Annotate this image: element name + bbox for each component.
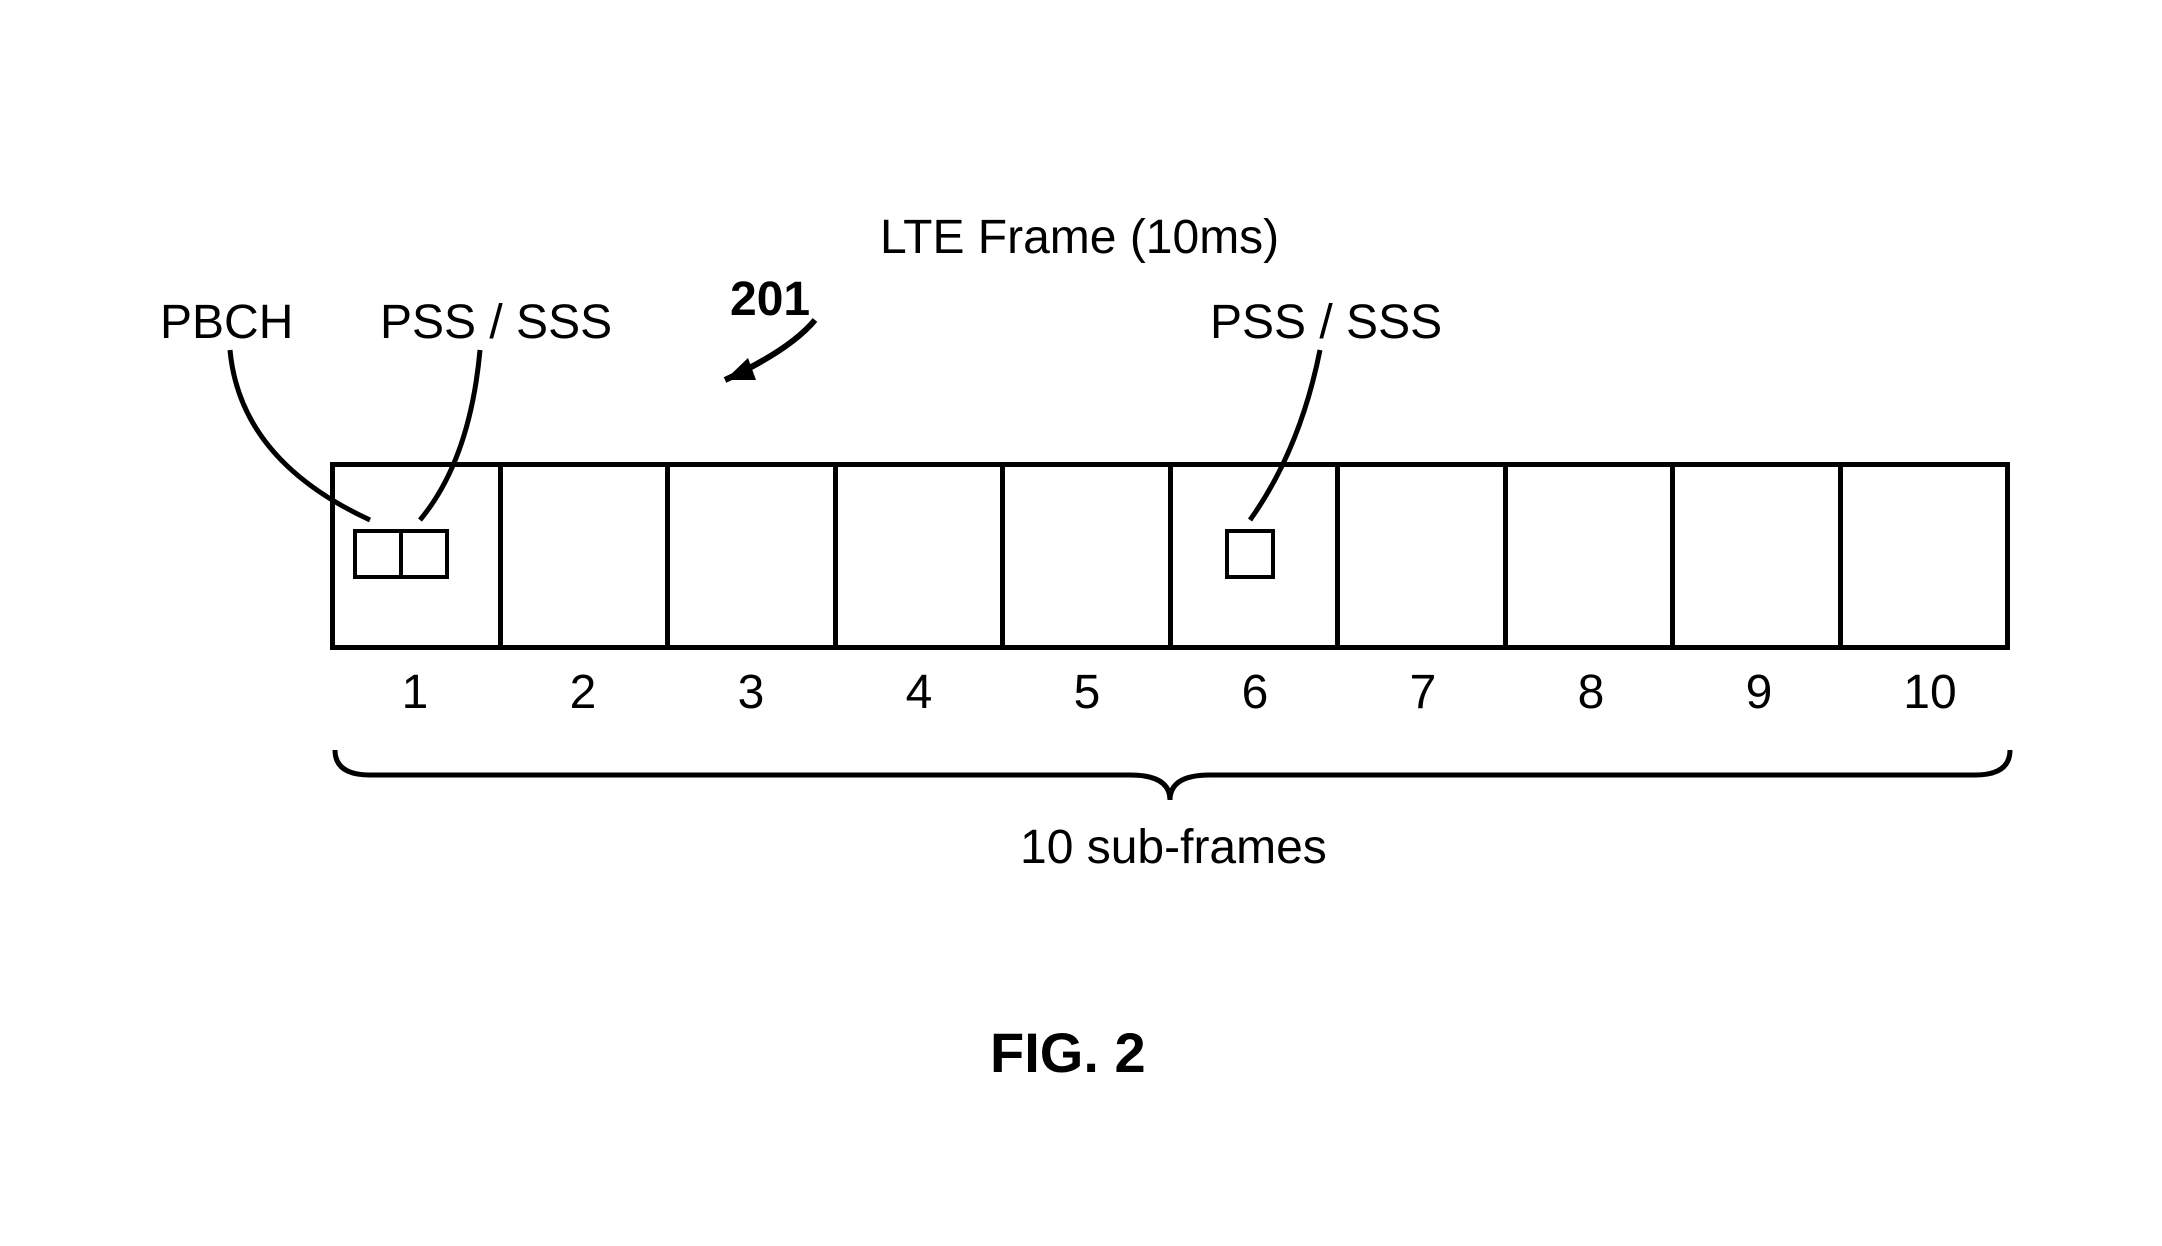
pss-sss-box-right (1225, 529, 1275, 579)
pbch-box (353, 529, 403, 579)
ref-arrow (725, 320, 815, 380)
subframe-number: 8 (1571, 665, 1611, 720)
subframe-number: 2 (563, 665, 603, 720)
subframe-9 (1675, 467, 1843, 645)
lte-frame (330, 462, 2010, 650)
title-label: LTE Frame (10ms) (880, 210, 1279, 265)
pss-sss-right-label: PSS / SSS (1210, 295, 1442, 350)
diagram-stage: LTE Frame (10ms) 201 PBCH PSS / SSS PSS … (0, 0, 2162, 1246)
brace-caption: 10 sub-frames (1020, 820, 1327, 875)
subframe-2 (503, 467, 671, 645)
subframe-10 (1843, 467, 2006, 645)
pss-sss-box-left (399, 529, 449, 579)
subframe-5 (1005, 467, 1173, 645)
subframe-8 (1508, 467, 1676, 645)
subframe-number: 4 (899, 665, 939, 720)
subframe-number: 5 (1067, 665, 1107, 720)
subframe-4 (838, 467, 1006, 645)
subframe-number: 7 (1403, 665, 1443, 720)
pss-sss-left-label: PSS / SSS (380, 295, 612, 350)
subframe-number: 1 (395, 665, 435, 720)
subframe-3 (670, 467, 838, 645)
subframe-number: 10 (1890, 665, 1970, 720)
figure-caption: FIG. 2 (990, 1020, 1146, 1085)
subframe-7 (1340, 467, 1508, 645)
ref-number: 201 (730, 272, 810, 327)
pbch-label: PBCH (160, 295, 293, 350)
subframe-6 (1173, 467, 1341, 645)
brace (335, 750, 2010, 800)
subframe-1 (335, 467, 503, 645)
subframe-number: 3 (731, 665, 771, 720)
subframe-number: 6 (1235, 665, 1275, 720)
subframe-number: 9 (1739, 665, 1779, 720)
